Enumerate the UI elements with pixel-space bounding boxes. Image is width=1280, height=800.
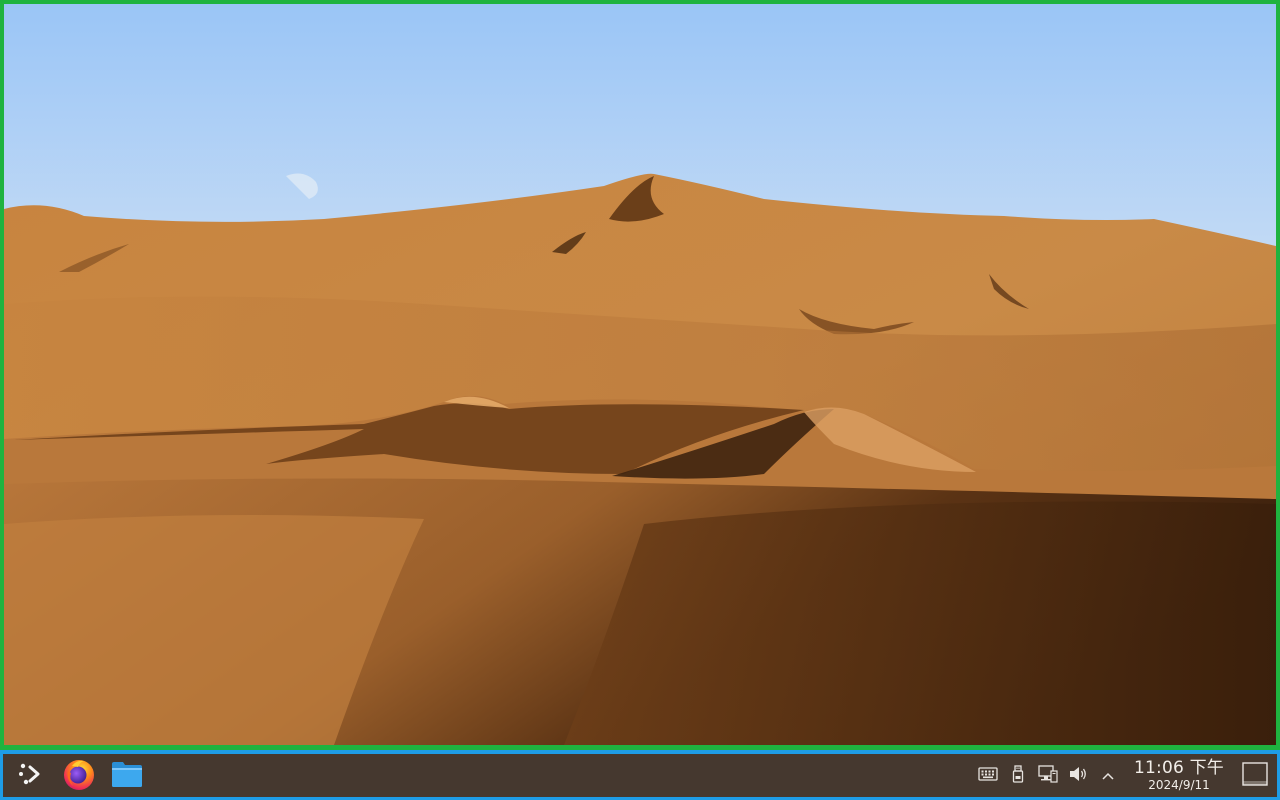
taskbar-app-firefox[interactable] <box>55 755 103 797</box>
volume-tray-button[interactable] <box>1063 755 1093 797</box>
firefox-icon <box>62 757 96 795</box>
usb-drive-icon <box>1012 764 1024 787</box>
clock-time: 11:06 下午 <box>1134 757 1224 778</box>
wallpaper-image <box>4 4 1276 745</box>
taskbar-left <box>3 754 151 797</box>
show-desktop-icon <box>1242 761 1268 790</box>
removable-media-tray-button[interactable] <box>1003 755 1033 797</box>
digital-clock[interactable]: 11:06 下午 2024/9/11 <box>1127 757 1231 792</box>
desktop[interactable] <box>0 0 1280 750</box>
system-tray: 11:06 下午 2024/9/11 <box>973 754 1277 797</box>
app-launcher-button[interactable] <box>7 755 55 797</box>
chevron-up-icon <box>1101 766 1115 785</box>
show-desktop-button[interactable] <box>1235 755 1275 797</box>
folder-icon <box>111 760 143 792</box>
taskbar-app-files[interactable] <box>103 755 151 797</box>
keyboard-icon <box>978 766 998 785</box>
app-launcher-icon <box>18 761 44 791</box>
network-icon <box>1038 764 1058 787</box>
volume-icon <box>1068 765 1088 787</box>
taskbar: 11:06 下午 2024/9/11 <box>0 750 1280 800</box>
clock-date: 2024/9/11 <box>1148 777 1210 792</box>
screen: 11:06 下午 2024/9/11 <box>0 0 1280 800</box>
tray-expand-button[interactable] <box>1093 755 1123 797</box>
network-tray-button[interactable] <box>1033 755 1063 797</box>
keyboard-tray-button[interactable] <box>973 755 1003 797</box>
